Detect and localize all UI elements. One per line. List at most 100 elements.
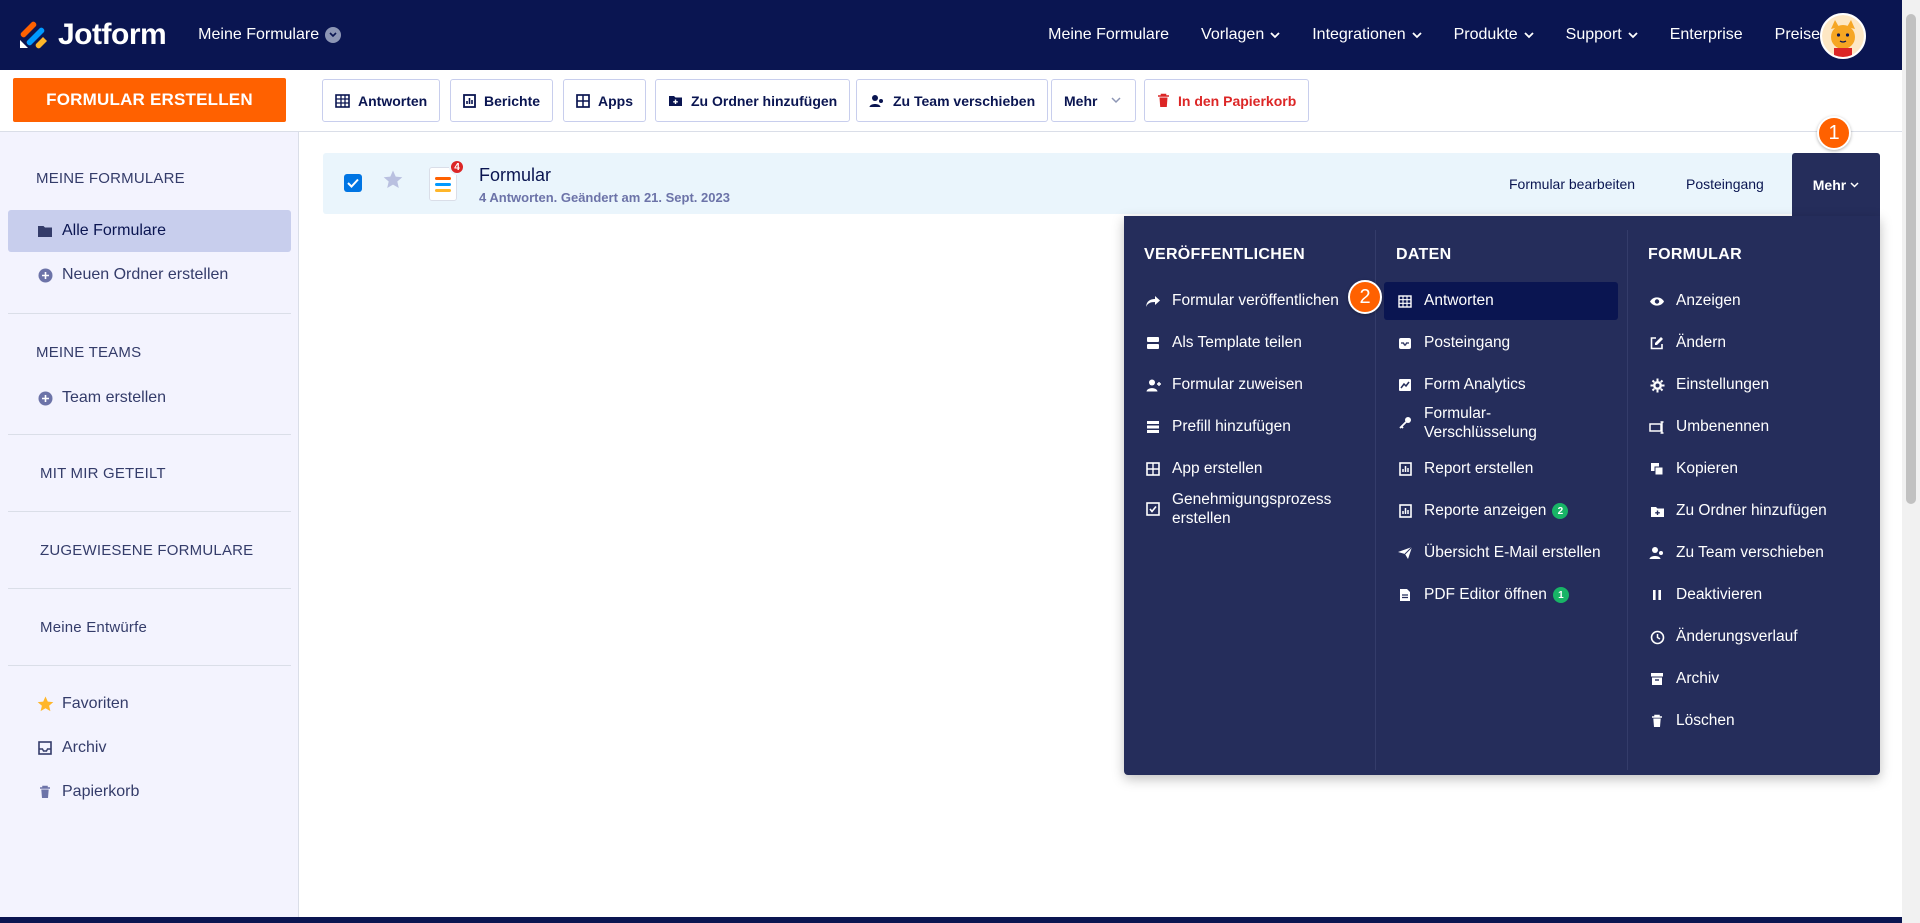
nav-enterprise[interactable]: Enterprise [1670, 26, 1743, 44]
sidebar-heading-my-forms: MEINE FORMULARE [36, 170, 185, 187]
sidebar-item-favorites[interactable]: Favoriten [8, 683, 291, 725]
more-actions-dropdown[interactable]: Mehr [1051, 79, 1136, 122]
menu-item-revision-history[interactable]: Änderungsverlauf [1636, 618, 1870, 656]
brand-name: Jotform [58, 18, 167, 51]
menu-item-approval-flow[interactable]: Genehmigungsprozess erstellen [1132, 490, 1366, 528]
nav-templates[interactable]: Vorlagen [1201, 26, 1280, 44]
nav-pricing[interactable]: Preise [1775, 26, 1820, 44]
menu-item-move-to-team[interactable]: Zu Team verschieben [1636, 534, 1870, 572]
menu-item-create-app[interactable]: App erstellen [1132, 450, 1366, 488]
user-avatar[interactable] [1820, 13, 1866, 59]
reports-count-badge: 2 [1552, 503, 1569, 519]
nav-integrations[interactable]: Integrationen [1312, 26, 1422, 44]
nav-products[interactable]: Produkte [1454, 26, 1534, 44]
workspace-label: Meine Formulare [198, 26, 320, 43]
prefill-icon [1144, 420, 1162, 434]
menu-item-inbox[interactable]: Posteingang [1384, 324, 1618, 362]
eye-icon [1648, 296, 1666, 307]
favorite-star-icon[interactable] [383, 170, 403, 194]
sidebar-item-trash[interactable]: Papierkorb [8, 771, 291, 813]
unread-count-badge: 4 [449, 159, 465, 175]
page-scrollbar[interactable] [1902, 0, 1920, 923]
rename-icon [1648, 420, 1666, 434]
menu-item-responses[interactable]: Antworten [1384, 282, 1618, 320]
nav-my-forms[interactable]: Meine Formulare [1048, 26, 1169, 44]
scrollbar-thumb[interactable] [1906, 14, 1916, 504]
step-marker-1: 1 [1817, 116, 1851, 150]
jotform-logo[interactable]: Jotform [18, 18, 167, 52]
folder-plus-icon [669, 96, 682, 106]
pdf-document-icon [1396, 588, 1414, 602]
menu-item-edit[interactable]: Ändern [1636, 324, 1870, 362]
workspace-switcher[interactable]: Meine Formulare [198, 26, 342, 44]
chevron-down-icon [1524, 31, 1534, 38]
plus-circle-icon [36, 391, 54, 406]
sidebar-item-archive[interactable]: Archiv [8, 727, 291, 769]
menu-item-add-prefill[interactable]: Prefill hinzufügen [1132, 408, 1366, 446]
menu-item-copy[interactable]: Kopieren [1636, 450, 1870, 488]
menu-item-view-reports[interactable]: Reporte anzeigen 2 [1384, 492, 1618, 530]
key-icon [1396, 416, 1414, 430]
create-form-button[interactable]: FORMULAR ERSTELLEN [13, 78, 286, 122]
bottom-bar [0, 917, 1902, 923]
move-to-trash-button[interactable]: In den Papierkorb [1144, 79, 1310, 122]
edit-icon [1648, 336, 1666, 350]
report-icon [1396, 462, 1414, 476]
sidebar-item-assigned-forms[interactable]: ZUGEWIESENE FORMULARE [40, 542, 253, 559]
inbox-link[interactable]: Posteingang [1686, 153, 1764, 214]
menu-item-create-report[interactable]: Report erstellen [1384, 450, 1618, 488]
menu-heading-publish: VERÖFFENTLICHEN [1144, 246, 1305, 263]
menu-item-delete[interactable]: Löschen [1636, 702, 1870, 740]
apps-button[interactable]: Apps [563, 79, 646, 122]
pdf-count-badge: 1 [1552, 587, 1569, 603]
divider [8, 588, 291, 589]
menu-item-add-to-folder[interactable]: Zu Ordner hinzufügen [1636, 492, 1870, 530]
more-options-button[interactable]: Mehr [1792, 153, 1880, 217]
trash-icon [36, 785, 54, 799]
menu-item-archive[interactable]: Archiv [1636, 660, 1870, 698]
menu-item-rename[interactable]: Umbenennen [1636, 408, 1870, 446]
chevron-down-icon [325, 27, 342, 43]
responses-button[interactable]: Antworten [322, 79, 441, 122]
move-to-team-button[interactable]: Zu Team verschieben [856, 79, 1049, 122]
menu-item-view[interactable]: Anzeigen [1636, 282, 1870, 320]
sidebar-item-create-team[interactable]: Team erstellen [8, 377, 291, 419]
menu-item-assign-form[interactable]: Formular zuweisen [1132, 366, 1366, 404]
sidebar-heading-my-teams: MEINE TEAMS [36, 344, 142, 361]
folder-icon [36, 225, 54, 238]
form-list-item[interactable]: 4 Formular 4 Antworten. Geändert am 21. … [323, 153, 1880, 217]
chevron-down-icon [1628, 31, 1638, 38]
sidebar-item-new-folder[interactable]: Neuen Ordner erstellen [8, 254, 291, 296]
sidebar-item-my-drafts[interactable]: Meine Entwürfe [40, 619, 147, 636]
menu-item-form-encryption[interactable]: Formular-Verschlüsselung [1384, 404, 1618, 442]
menu-item-form-analytics[interactable]: Form Analytics [1384, 366, 1618, 404]
divider [8, 313, 291, 314]
chevron-down-icon [1270, 31, 1280, 38]
menu-item-share-template[interactable]: Als Template teilen [1132, 324, 1366, 362]
add-to-folder-button[interactable]: Zu Ordner hinzufügen [655, 79, 851, 122]
form-select-checkbox[interactable] [344, 174, 362, 192]
menu-column-data: DATEN Antworten Posteingang Form Analyti… [1375, 230, 1627, 770]
sidebar-item-all-forms[interactable]: Alle Formulare [8, 210, 291, 252]
plus-circle-icon [36, 268, 54, 283]
gear-icon [1648, 378, 1666, 393]
table-icon [1396, 294, 1414, 308]
team-icon [869, 94, 883, 107]
share-arrow-icon [1144, 295, 1162, 308]
reports-button[interactable]: Berichte [450, 79, 554, 122]
team-icon [1648, 546, 1666, 560]
divider [8, 665, 291, 666]
menu-item-pdf-editor[interactable]: PDF Editor öffnen 1 [1384, 576, 1618, 614]
menu-item-publish-form[interactable]: Formular veröffentlichen [1132, 282, 1366, 320]
nav-support[interactable]: Support [1566, 26, 1638, 44]
menu-item-email-digest[interactable]: Übersicht E-Mail erstellen [1384, 534, 1618, 572]
menu-item-settings[interactable]: Einstellungen [1636, 366, 1870, 404]
step-marker-2: 2 [1348, 280, 1382, 314]
form-title[interactable]: Formular [479, 165, 551, 186]
edit-form-link[interactable]: Formular bearbeiten [1509, 153, 1635, 214]
menu-column-publish: VERÖFFENTLICHEN Formular veröffentlichen… [1124, 216, 1375, 775]
menu-item-disable[interactable]: Deaktivieren [1636, 576, 1870, 614]
sidebar-item-shared-with-me[interactable]: MIT MIR GETEILT [40, 465, 166, 482]
app-grid-icon [1144, 462, 1162, 476]
form-meta: 4 Antworten. Geändert am 21. Sept. 2023 [479, 190, 730, 205]
